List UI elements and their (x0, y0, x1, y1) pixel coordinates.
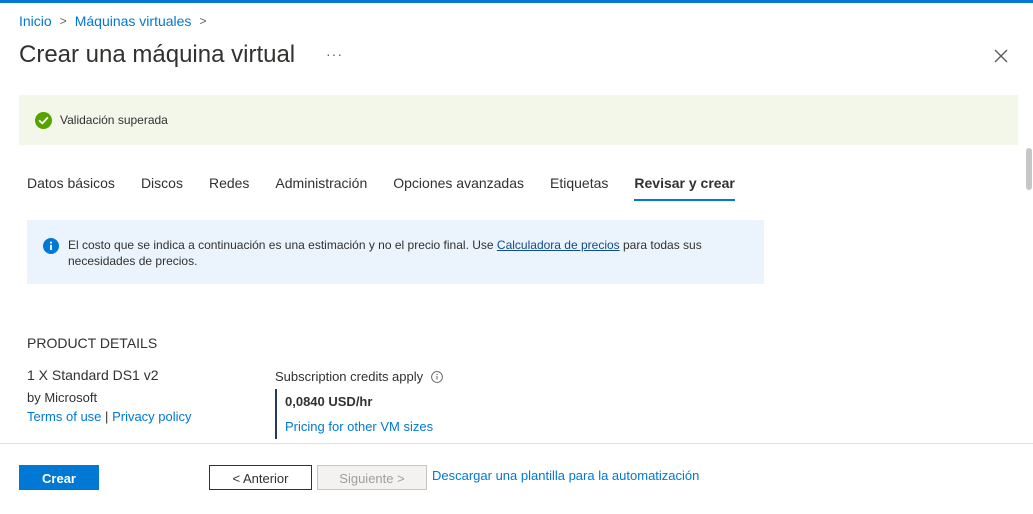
breadcrumb: Inicio > Máquinas virtuales > (19, 13, 214, 29)
links-divider: | (105, 409, 109, 424)
product-links: Terms of use | Privacy policy (27, 409, 192, 424)
breadcrumb-separator: > (199, 14, 207, 28)
terms-of-use-link[interactable]: Terms of use (27, 409, 101, 424)
tab-basics[interactable]: Datos básicos (27, 175, 115, 201)
tab-advanced[interactable]: Opciones avanzadas (393, 175, 524, 201)
close-icon[interactable] (990, 45, 1012, 67)
next-button: Siguiente > (317, 465, 427, 490)
previous-button[interactable]: < Anterior (209, 465, 312, 490)
tab-disks[interactable]: Discos (141, 175, 183, 201)
price-per-hour: 0,0840 USD/hr (285, 394, 373, 409)
page-title: Crear una máquina virtual (19, 41, 296, 68)
breadcrumb-separator: > (59, 14, 67, 28)
validation-banner: Validación superada (19, 95, 1018, 145)
breadcrumb-home[interactable]: Inicio (19, 13, 52, 29)
tab-tags[interactable]: Etiquetas (550, 175, 608, 201)
subscription-credits-label: Subscription credits apply (275, 369, 424, 384)
info-icon (43, 238, 59, 254)
privacy-policy-link[interactable]: Privacy policy (112, 409, 191, 424)
cost-info-text-before: El costo que se indica a continuación es… (68, 238, 497, 252)
breadcrumb-virtual-machines[interactable]: Máquinas virtuales (75, 13, 192, 29)
check-circle-icon (35, 111, 52, 129)
product-name: 1 X Standard DS1 v2 (27, 367, 159, 383)
footer-bar: Crear < Anterior Siguiente > Descargar u… (0, 443, 1033, 514)
scrollbar-thumb[interactable] (1026, 148, 1032, 190)
more-options-icon[interactable]: ··· (326, 46, 343, 62)
create-button[interactable]: Crear (19, 465, 99, 490)
price-box: 0,0840 USD/hr Pricing for other VM sizes (275, 389, 433, 439)
top-accent-bar (0, 0, 1033, 3)
tab-bar: Datos básicos Discos Redes Administració… (27, 175, 761, 201)
product-publisher: by Microsoft (27, 390, 98, 405)
cost-info-text: El costo que se indica a continuación es… (68, 237, 748, 284)
subscription-credits: Subscription credits apply (275, 369, 443, 384)
product-details-title: PRODUCT DETAILS (27, 335, 158, 351)
scrollbar-track[interactable] (1022, 146, 1033, 443)
validation-text: Validación superada (60, 113, 168, 127)
tab-networking[interactable]: Redes (209, 175, 249, 201)
tab-review-create[interactable]: Revisar y crear (634, 175, 735, 201)
tab-management[interactable]: Administración (275, 175, 367, 201)
pricing-other-sizes-link[interactable]: Pricing for other VM sizes (285, 419, 433, 434)
info-tooltip-icon[interactable] (431, 370, 443, 383)
download-template-link[interactable]: Descargar una plantilla para la automati… (432, 468, 699, 483)
pricing-calculator-link[interactable]: Calculadora de precios (497, 238, 620, 252)
cost-info-banner: El costo que se indica a continuación es… (27, 220, 764, 284)
